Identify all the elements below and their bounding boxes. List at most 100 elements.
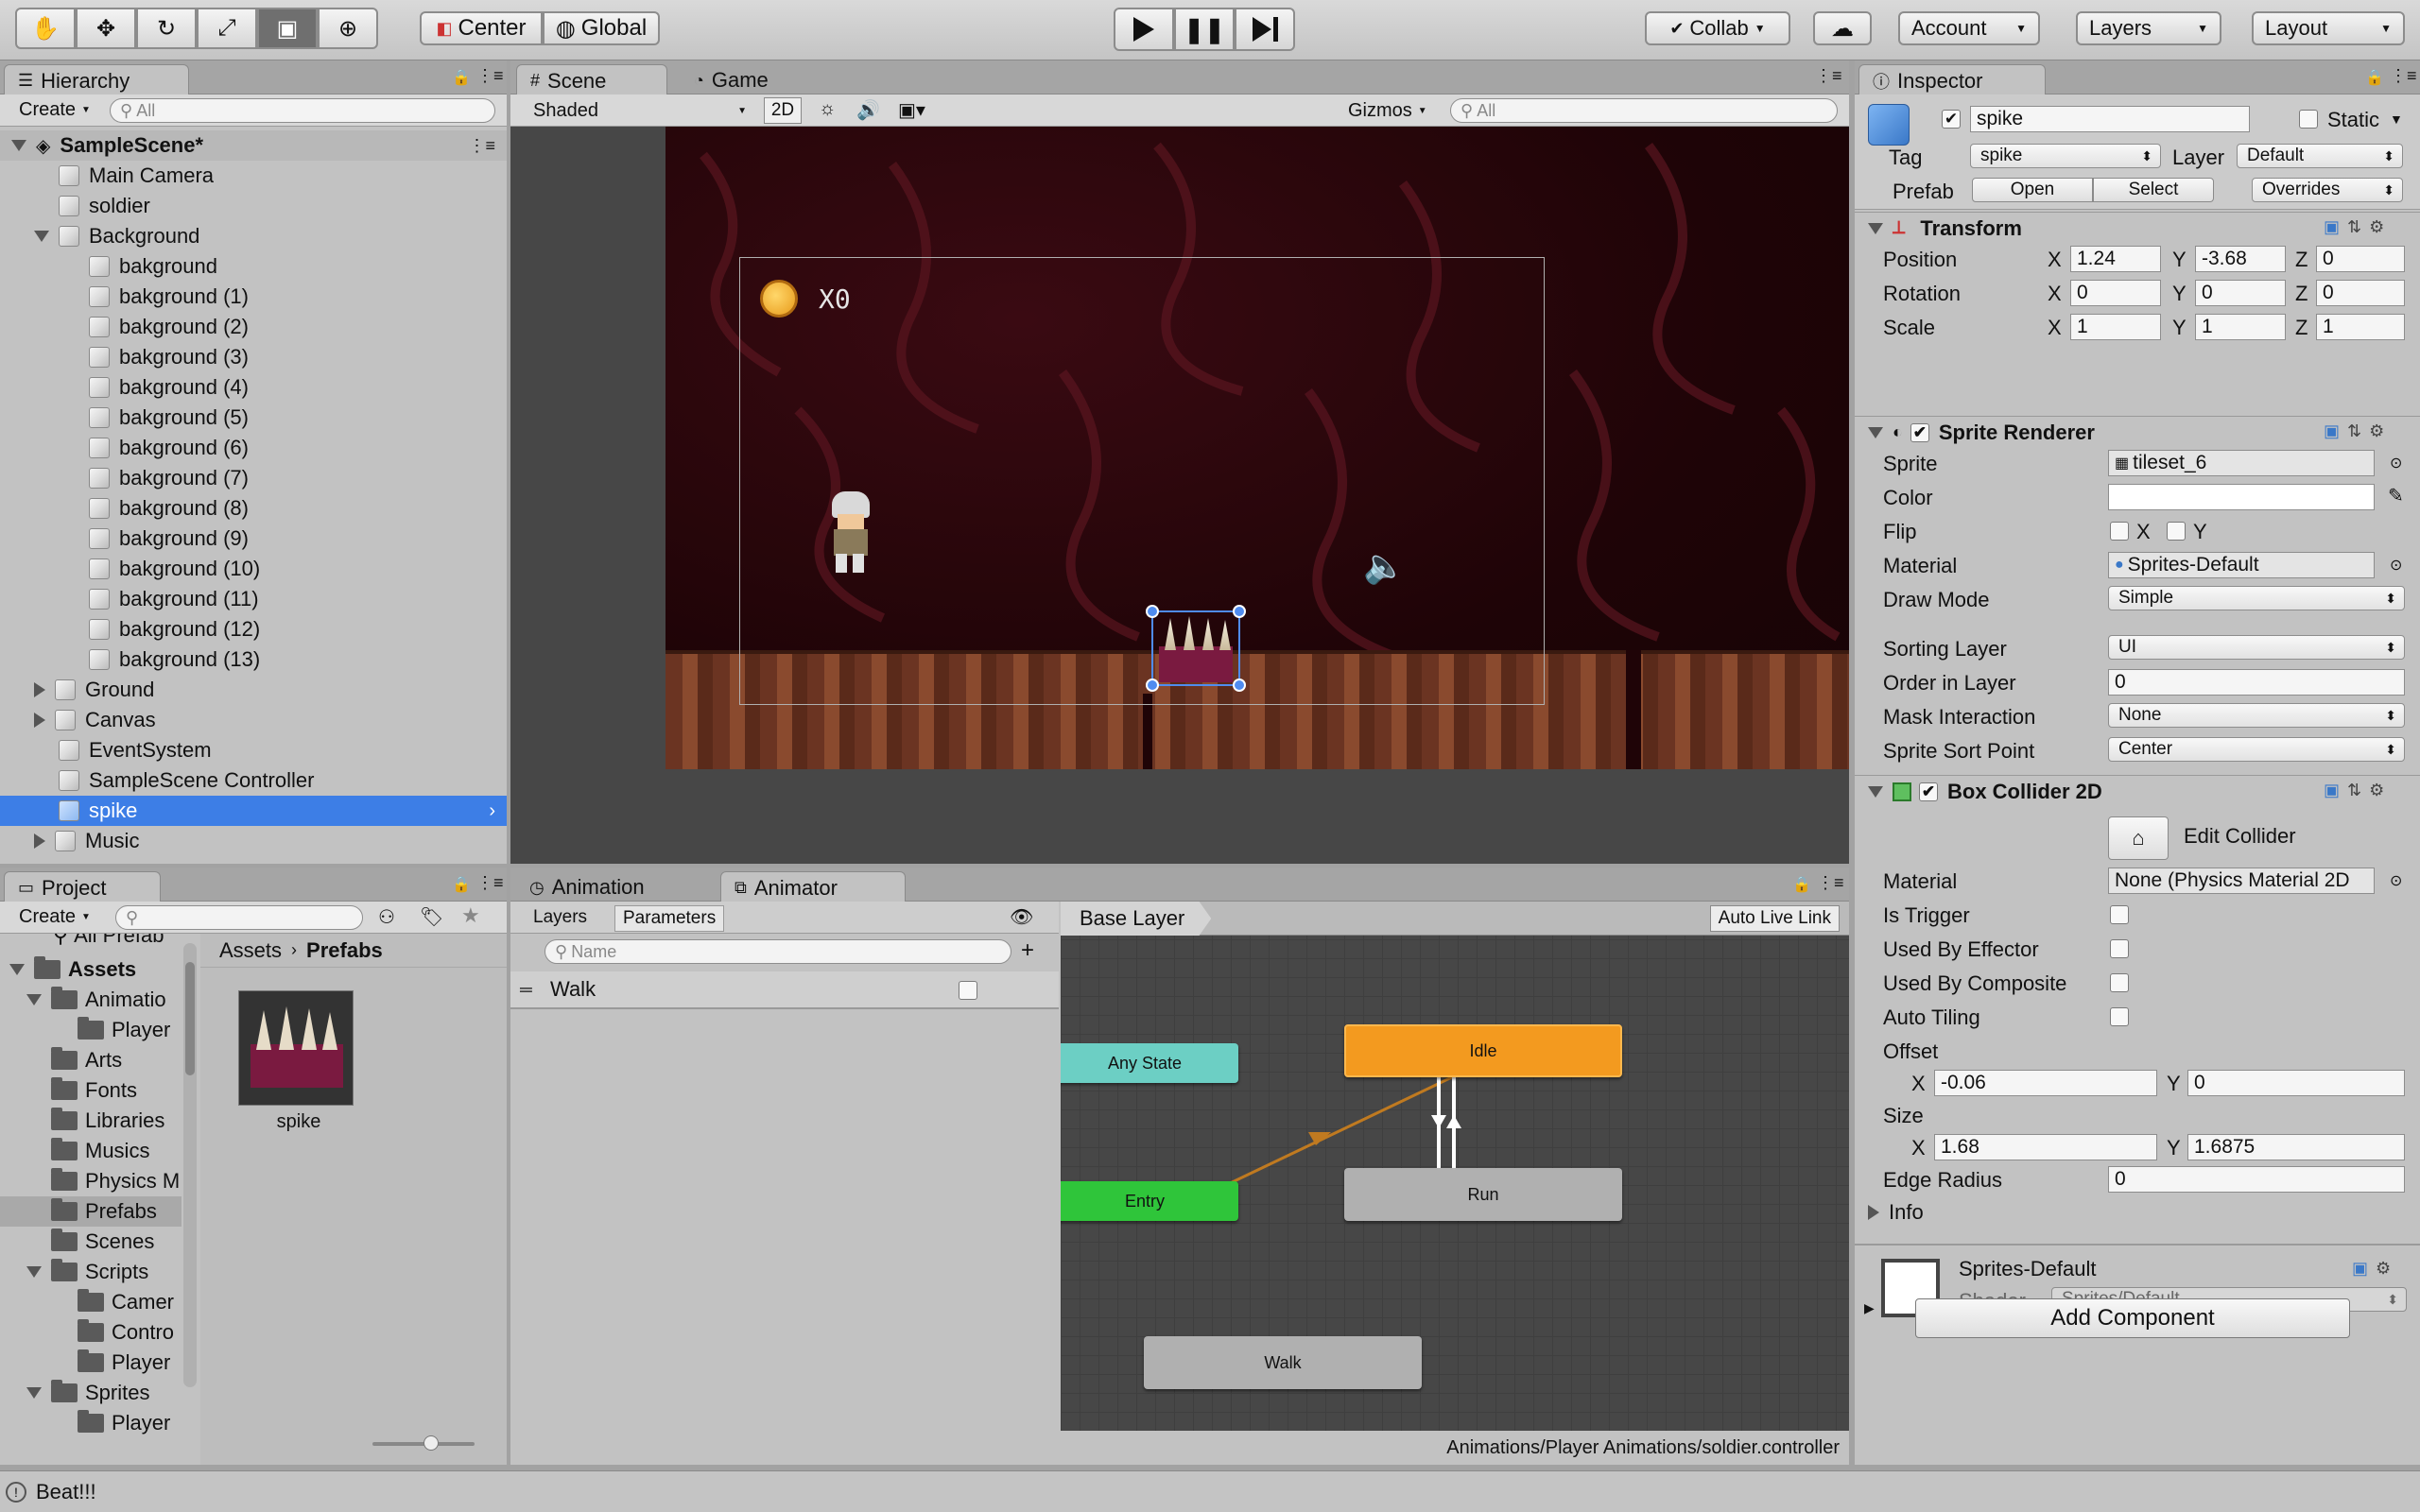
filter-label-icon[interactable]: 🏷 xyxy=(420,905,443,929)
prefab-open-button[interactable]: Open xyxy=(1972,178,2093,202)
scene-canvas[interactable]: X0 🔈 xyxy=(666,127,1849,769)
hierarchy-item[interactable]: bakground xyxy=(0,251,507,282)
favorite-star-icon[interactable]: ★ xyxy=(461,903,480,928)
chevron-down-icon[interactable] xyxy=(26,994,42,1005)
project-folder[interactable]: Prefabs xyxy=(0,1196,182,1227)
tab-project[interactable]: ▭ Project xyxy=(4,871,161,903)
rotation-y-field[interactable]: 0 xyxy=(2195,280,2286,306)
chevron-right-icon[interactable] xyxy=(34,713,45,728)
size-y-field[interactable]: 1.6875 xyxy=(2187,1134,2405,1160)
static-checkbox[interactable] xyxy=(2299,110,2318,129)
shading-mode-dropdown[interactable]: Shaded ▼ xyxy=(533,100,747,122)
auto-tiling-checkbox[interactable] xyxy=(2110,1007,2129,1026)
project-folder[interactable]: Libraries xyxy=(0,1106,182,1136)
help-icon[interactable]: ▣ xyxy=(2324,217,2340,237)
scene-root[interactable]: ◈ SampleScene* ⋮≡ xyxy=(0,130,507,161)
lock-icon[interactable]: 🔒 xyxy=(2365,68,2384,87)
hierarchy-search-input[interactable]: ⚲ All xyxy=(110,98,495,123)
asset-spike[interactable]: spike xyxy=(238,990,359,1132)
object-picker-icon[interactable]: ⊙ xyxy=(2390,556,2402,575)
offset-x-field[interactable]: -0.06 xyxy=(1934,1070,2157,1096)
selection-handle[interactable] xyxy=(1146,605,1159,618)
layer-dropdown[interactable]: Default xyxy=(2237,144,2403,168)
used-by-effector-checkbox[interactable] xyxy=(2110,939,2129,958)
hierarchy-item[interactable]: Music xyxy=(0,826,507,856)
scene-search-input[interactable]: ⚲ All xyxy=(1450,98,1838,123)
info-foldout[interactable]: Info xyxy=(1868,1200,1924,1225)
tag-dropdown[interactable]: spike xyxy=(1970,144,2161,168)
tab-animation[interactable]: ◷ Animation xyxy=(516,871,696,903)
thumbnail-size-slider[interactable] xyxy=(372,1435,475,1451)
drag-handle-icon[interactable]: ═ xyxy=(520,980,539,1000)
hierarchy-create-dropdown[interactable]: Create ▼ xyxy=(19,99,91,121)
hierarchy-item[interactable]: bakground (11) xyxy=(0,584,507,614)
hierarchy-item[interactable]: bakground (7) xyxy=(0,463,507,493)
material-field[interactable]: ● Sprites-Default xyxy=(2108,552,2375,578)
move-tool-icon[interactable]: ✥ xyxy=(76,8,136,49)
hierarchy-item[interactable]: SampleScene Controller xyxy=(0,765,507,796)
hierarchy-item[interactable]: Canvas xyxy=(0,705,507,735)
pivot-global-button[interactable]: ◍ Global xyxy=(543,11,660,45)
foldout-arrow-icon[interactable]: ▶ xyxy=(1864,1300,1875,1316)
collider-material-field[interactable]: None (Physics Material 2D xyxy=(2108,868,2375,894)
panel-menu-icon[interactable]: ⋮≡ xyxy=(476,873,504,893)
edit-collider-button[interactable]: ⌂ xyxy=(2108,816,2169,860)
project-folder[interactable]: Physics M xyxy=(0,1166,182,1196)
parameter-search-input[interactable]: ⚲ Name xyxy=(544,939,1011,964)
object-picker-icon[interactable]: ⊙ xyxy=(2390,454,2402,472)
soldier-sprite[interactable] xyxy=(824,491,875,573)
color-swatch[interactable] xyxy=(2108,484,2375,510)
used-by-composite-checkbox[interactable] xyxy=(2110,973,2129,992)
spike-sprite[interactable] xyxy=(1146,605,1246,692)
selection-handle[interactable] xyxy=(1233,605,1246,618)
preset-icon[interactable]: ⇅ xyxy=(2347,781,2361,800)
lock-icon[interactable]: 🔒 xyxy=(452,875,471,894)
active-checkbox[interactable]: ✔ xyxy=(1942,110,1961,129)
run-state-node[interactable]: Run xyxy=(1344,1168,1622,1221)
hierarchy-item[interactable]: bakground (10) xyxy=(0,554,507,584)
hierarchy-item[interactable]: bakground (3) xyxy=(0,342,507,372)
scale-z-field[interactable]: 1 xyxy=(2316,314,2405,340)
project-search-input[interactable]: ⚲ xyxy=(115,905,363,930)
flip-x-checkbox[interactable] xyxy=(2110,522,2129,541)
chevron-down-icon[interactable] xyxy=(26,1266,42,1278)
chevron-down-icon[interactable] xyxy=(9,964,25,975)
idle-state-node[interactable]: Idle xyxy=(1344,1024,1622,1077)
preset-icon[interactable]: ⇅ xyxy=(2347,217,2361,237)
project-folder[interactable]: Musics xyxy=(0,1136,182,1166)
chevron-down-icon[interactable] xyxy=(26,1387,42,1399)
flip-y-checkbox[interactable] xyxy=(2167,522,2186,541)
prefab-select-button[interactable]: Select xyxy=(2093,178,2214,202)
audio-icon[interactable]: 🔊 xyxy=(856,98,880,122)
hierarchy-item[interactable]: bakground (9) xyxy=(0,524,507,554)
scene-menu-icon[interactable]: ⋮≡ xyxy=(468,136,495,156)
hierarchy-item[interactable]: bakground (4) xyxy=(0,372,507,403)
sprite-renderer-enabled-checkbox[interactable]: ✔ xyxy=(1910,422,1929,442)
project-folder[interactable]: Player xyxy=(0,1408,182,1438)
any-state-node[interactable]: Any State xyxy=(1061,1043,1238,1083)
project-folder[interactable]: Player xyxy=(0,1015,182,1045)
project-folder[interactable]: Fonts xyxy=(0,1075,182,1106)
sprite-field[interactable]: ▦ tileset_6 xyxy=(2108,450,2375,476)
hierarchy-item[interactable]: bakground (8) xyxy=(0,493,507,524)
hierarchy-item[interactable]: bakground (12) xyxy=(0,614,507,644)
rotation-x-field[interactable]: 0 xyxy=(2070,280,2161,306)
scale-x-field[interactable]: 1 xyxy=(2070,314,2161,340)
breadcrumb-current[interactable]: Prefabs xyxy=(306,938,383,963)
walk-state-node[interactable]: Walk xyxy=(1144,1336,1422,1389)
transform-tool-icon[interactable]: ⊕ xyxy=(318,8,378,49)
entry-state-node[interactable]: Entry xyxy=(1061,1181,1238,1221)
preset-icon[interactable]: ⇅ xyxy=(2347,421,2361,441)
chevron-down-icon[interactable] xyxy=(11,140,26,151)
animator-graph[interactable]: Base Layer Auto Live Link Any State Entr… xyxy=(1061,902,1849,1431)
prefab-overrides-dropdown[interactable]: Overrides xyxy=(2252,178,2403,202)
tab-hierarchy[interactable]: ☰ Hierarchy xyxy=(4,64,189,96)
rect-tool-icon[interactable]: ▣ xyxy=(257,8,318,49)
project-folder[interactable]: Camer xyxy=(0,1287,182,1317)
layout-dropdown[interactable]: Layout ▼ xyxy=(2252,11,2405,45)
help-icon[interactable]: ▣ xyxy=(2352,1259,2368,1279)
selection-handle[interactable] xyxy=(1233,679,1246,692)
chevron-down-icon[interactable] xyxy=(1868,426,1883,438)
project-create-dropdown[interactable]: Create ▼ xyxy=(19,906,91,928)
selection-handle[interactable] xyxy=(1146,679,1159,692)
